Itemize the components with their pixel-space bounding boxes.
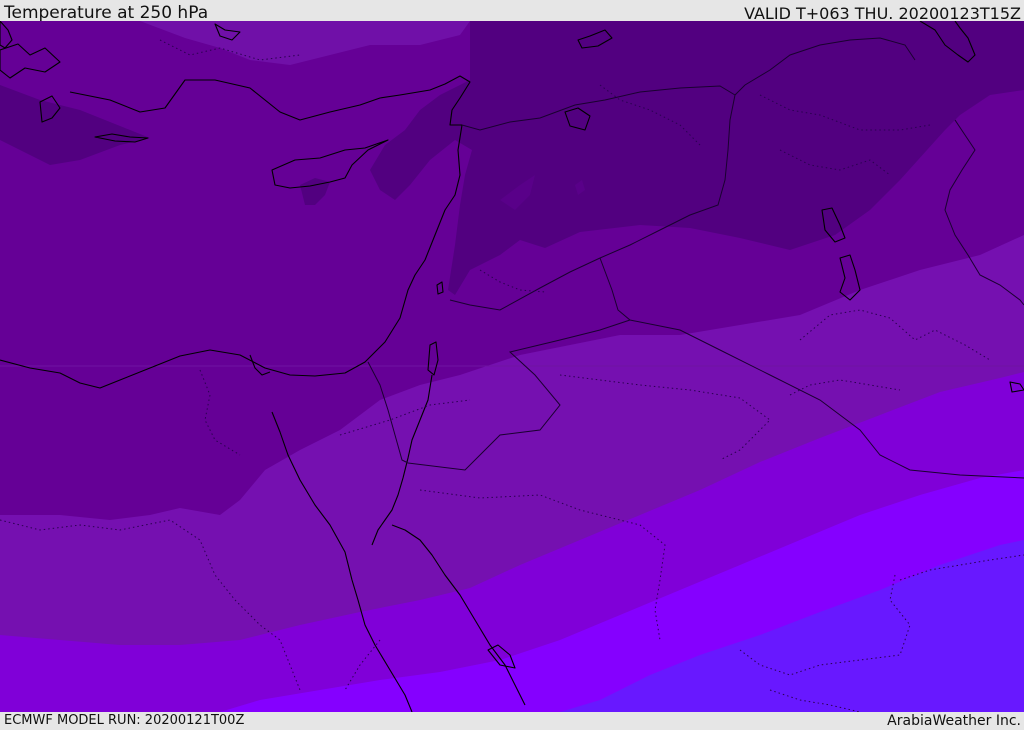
weather-map[interactable] [0, 21, 1024, 712]
credit: ArabiaWeather Inc. [887, 713, 1021, 729]
footer-bar: ECMWF MODEL RUN: 20200121T00Z ArabiaWeat… [0, 712, 1024, 729]
map-title: Temperature at 250 hPa [4, 3, 209, 23]
map-canvas [0, 21, 1024, 712]
model-run: ECMWF MODEL RUN: 20200121T00Z [4, 713, 245, 728]
header-bar: Temperature at 250 hPa VALID T+063 THU. … [0, 0, 1024, 23]
